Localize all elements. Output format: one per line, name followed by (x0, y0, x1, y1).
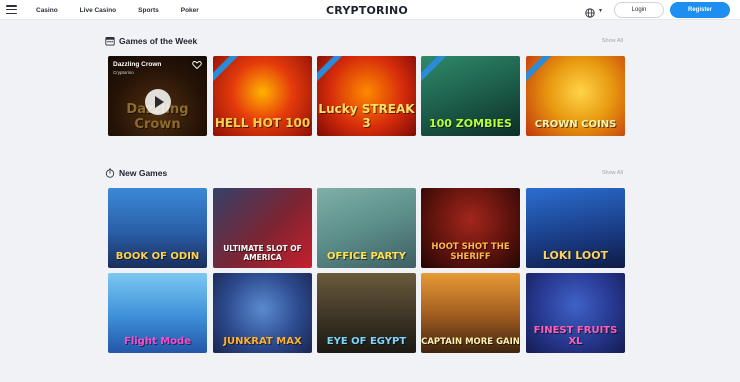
game-title-art: BOOK OF ODIN (115, 251, 200, 262)
games-of-week-header: Games of the Week Show All (105, 36, 625, 48)
game-title-art: ULTIMATE SLOT OF AMERICA (223, 244, 302, 262)
heart-icon[interactable] (192, 60, 202, 70)
game-tile[interactable]: FINEST FRUITS XL (526, 273, 625, 353)
new-ribbon (526, 56, 553, 84)
game-title-art: FINEST FRUITS XL (533, 325, 618, 347)
game-title-art: CROWN COINS (534, 119, 617, 130)
new-ribbon (317, 56, 344, 84)
site-logo[interactable]: CRYPTORINO (326, 4, 408, 17)
new-ribbon (421, 56, 448, 84)
game-tile[interactable]: Lucky STREAK 3 (317, 56, 416, 136)
show-all-link[interactable]: Show All (602, 38, 623, 44)
language-selector[interactable]: ▼ (585, 5, 604, 18)
game-title-art: OFFICE PARTY (327, 251, 406, 262)
section-title: New Games (119, 168, 168, 178)
game-title-art: 100 ZOMBIES (429, 117, 512, 130)
new-ribbon (213, 56, 240, 84)
game-tile[interactable]: BOOK OF ODIN (108, 188, 207, 268)
game-tile[interactable]: EYE OF EGYPT (317, 273, 416, 353)
menu-icon[interactable] (6, 5, 17, 15)
game-tile[interactable]: ULTIMATE SLOT OF AMERICA (213, 188, 312, 268)
game-title-art: JUNKRAT MAX (223, 336, 302, 347)
game-tile[interactable]: 100 ZOMBIES (421, 56, 520, 136)
show-all-link[interactable]: Show All (602, 170, 623, 176)
game-tile[interactable]: JUNKRAT MAX (213, 273, 312, 353)
game-title-art: CAPTAIN MORE GAIN (421, 337, 520, 347)
nav-sports[interactable]: Sports (138, 7, 159, 14)
register-button[interactable]: Register (670, 2, 730, 18)
game-tile[interactable]: HELL HOT 100 (213, 56, 312, 136)
game-tile[interactable]: LOKI LOOT (526, 188, 625, 268)
game-title-art: Flight Mode (124, 336, 191, 347)
play-icon[interactable] (145, 89, 171, 115)
game-title-art: Lucky STREAK 3 (318, 102, 415, 130)
game-tile[interactable]: Flight Mode (108, 273, 207, 353)
stopwatch-icon (105, 168, 115, 178)
game-tile[interactable]: Dazzling Crown Dazzling Crown Cryptorino (108, 56, 207, 136)
game-tile[interactable]: CROWN COINS (526, 56, 625, 136)
game-tile[interactable]: CAPTAIN MORE GAIN (421, 273, 520, 353)
login-button[interactable]: Login (614, 2, 664, 18)
main-nav: Casino Live Casino Sports Poker (36, 0, 221, 20)
hovered-game-provider: Cryptorino (113, 70, 134, 75)
nav-poker[interactable]: Poker (181, 7, 199, 14)
new-games-header: New Games Show All (105, 168, 625, 180)
top-header: Casino Live Casino Sports Poker CRYPTORI… (0, 0, 740, 20)
game-title-art: EYE OF EGYPT (326, 336, 407, 347)
game-tile[interactable]: OFFICE PARTY (317, 188, 416, 268)
game-title-art: HOOT SHOT THE SHERIFF (431, 242, 510, 262)
game-tile[interactable]: HOOT SHOT THE SHERIFF (421, 188, 520, 268)
section-title: Games of the Week (119, 36, 198, 46)
game-title-art: HELL HOT 100 (214, 116, 311, 130)
game-title-art: LOKI LOOT (542, 249, 609, 262)
nav-casino[interactable]: Casino (36, 7, 58, 14)
calendar-icon (105, 37, 115, 46)
hovered-game-title: Dazzling Crown (113, 61, 162, 68)
nav-live-casino[interactable]: Live Casino (80, 7, 116, 14)
chevron-down-icon: ▼ (598, 8, 603, 14)
globe-icon (585, 8, 595, 18)
